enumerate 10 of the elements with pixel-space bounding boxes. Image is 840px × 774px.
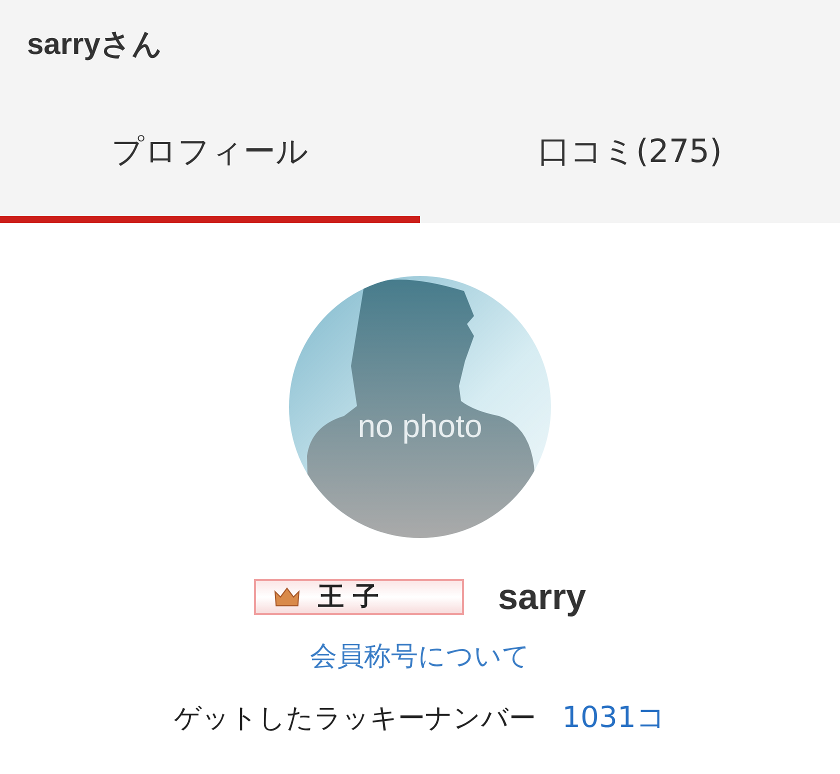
user-name: sarry	[498, 576, 586, 618]
title-info-link[interactable]: 会員称号について	[310, 638, 530, 674]
tab[interactable]: 口コミ(275)	[420, 88, 840, 223]
crown-icon	[274, 587, 300, 607]
lucky-number-label: ゲットしたラッキーナンバー	[174, 702, 536, 736]
avatar-caption: no photo	[358, 410, 482, 442]
page-title: sarryさん	[27, 26, 162, 62]
badge-label: 王 子	[318, 584, 380, 610]
lucky-number-count[interactable]: 1031コ	[562, 698, 666, 738]
tab[interactable]: プロフィール	[0, 88, 420, 223]
